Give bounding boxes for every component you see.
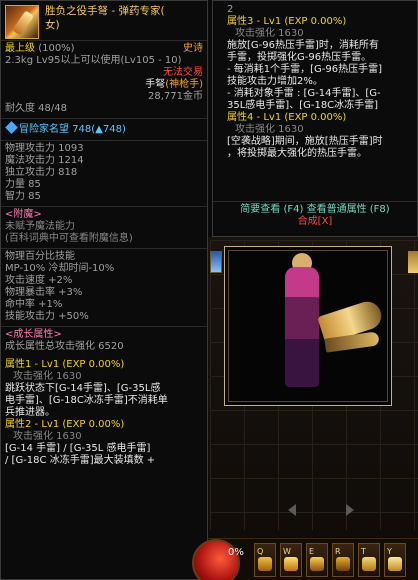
attr3-desc: 手雷，投掷强化G-96热压手雷。 — [227, 52, 372, 63]
effect-line: 命中率 +1% — [5, 299, 63, 310]
attr1-desc: 电手雷]、[G-18C冰冻手雷]不消耗单 — [5, 395, 168, 406]
effect-line: 物理暴击率 +3% — [5, 287, 83, 298]
weight: 2.3kg — [5, 55, 34, 66]
stat-line: 独立攻击力 818 — [5, 167, 78, 178]
page-arrows — [280, 504, 360, 518]
rarity-badge: 史诗 — [183, 43, 203, 54]
item-tooltip: 胜负之役手弩 - 弹药专家( 女) 最上级 (100%) 史诗 2.3kg Lv… — [0, 0, 208, 580]
inventory-slot-item-icon[interactable] — [210, 251, 222, 273]
enchant-line: 未赋予魔法能力 — [5, 221, 75, 232]
hotkey-slot[interactable]: E — [306, 543, 328, 577]
grade-pct: (100%) — [38, 43, 75, 54]
attr4-title: 属性4 - Lv1 (EXP 0.00%) — [227, 112, 347, 123]
fame-label: 冒险家名望 — [19, 124, 69, 135]
durability: 耐久度 48/48 — [5, 103, 67, 114]
level-requirement: Lv95以上可以使用(Lv105 - 10) — [36, 55, 182, 66]
item-basic-info: 最上级 (100%) 史诗 2.3kg Lv95以上可以使用(Lv105 - 1… — [1, 41, 207, 119]
attr3-desc: 施放[G-96热压手雷]时，消耗所有 — [227, 40, 379, 51]
attr4-desc: [空袭战略]期间，施放[热压手雷]时 — [227, 136, 383, 147]
stat-line: 力量 85 — [5, 179, 41, 190]
next-page-icon[interactable] — [346, 504, 354, 516]
enchant-section: <附魔> 未赋予魔法能力 (百科词典中可查看附魔信息) — [1, 207, 207, 249]
stat-line: 智力 85 — [5, 191, 41, 202]
effect-line: 物理百分比技能 — [5, 251, 75, 262]
skill-icon — [310, 557, 324, 571]
weapon-type: 手弩 — [145, 79, 166, 90]
hp-orb-icon — [192, 539, 240, 580]
stat-line: 魔法攻击力 1214 — [5, 155, 84, 166]
attr2-desc: [G-14 手雷] / [G-35L 感电手雷] — [5, 443, 151, 454]
fame-gem-icon — [5, 121, 18, 134]
item-name-line2: 女) — [45, 19, 60, 31]
item-name-line1: 胜负之役手弩 - 弹药专家( — [45, 5, 165, 17]
skill-icon — [388, 557, 402, 571]
attr3-desc: - 每消耗1个手雷，[G-96热压手雷] — [227, 64, 383, 75]
grade-label: 最上级 — [5, 43, 35, 54]
adventurer-fame: 冒险家名望 748(▲748) — [1, 119, 207, 141]
trade-status: 无法交易 — [163, 67, 203, 78]
attr1-sub: 攻击强化 1630 — [13, 371, 82, 382]
effect-line: MP-10% 冷却时间-10% — [5, 263, 115, 274]
skill-icon — [258, 557, 272, 571]
stat-line: 物理攻击力 1093 — [5, 143, 84, 154]
inventory-slot-item-icon[interactable] — [408, 251, 418, 273]
continued-number: 2 — [227, 4, 234, 15]
hotkey-slot[interactable]: Q — [254, 543, 276, 577]
attr3-desc: 技能攻击力增加2%。 — [227, 76, 323, 87]
attr3-desc: 35L感电手雷]、[G-18C冰冻手雷] — [227, 100, 379, 111]
growth-section: <成长属性> 成长属性总攻击强化 6520 属性1 - Lv1 (EXP 0.0… — [1, 327, 207, 470]
hotkey-slot[interactable]: Y — [384, 543, 406, 577]
weapon-owner-class: (神枪手) — [165, 79, 203, 90]
skill-icon — [284, 557, 298, 571]
skill-icon — [336, 557, 350, 571]
attr2-sub: 攻击强化 1630 — [13, 431, 82, 442]
attr1-desc: 兵推进器。 — [5, 407, 55, 418]
combine-link[interactable]: 合成[X] — [298, 216, 333, 227]
attr1-title: 属性1 - Lv1 (EXP 0.00%) — [5, 359, 125, 370]
skill-icon — [362, 557, 376, 571]
effect-line: 技能攻击力 +50% — [5, 311, 89, 322]
attr2-desc: / [G-18C 冰冻手雷]最大装填数 + — [5, 455, 156, 466]
growth-title: <成长属性> — [5, 329, 62, 340]
attr4-desc: ，将投掷最大强化的热压手雷。 — [227, 148, 367, 159]
growth-total: 成长属性总攻击强化 6520 — [5, 341, 124, 352]
character-body — [285, 267, 319, 387]
orb-percent: 0% — [228, 547, 244, 558]
prev-page-icon[interactable] — [288, 504, 296, 516]
hotkey-slot[interactable]: W — [280, 543, 302, 577]
item-header: 胜负之役手弩 - 弹药专家( 女) — [1, 1, 207, 41]
hotkey-slot[interactable]: T — [358, 543, 380, 577]
tooltip-actions: 简要查看 (F4) 查看普通属性 (F8) 合成[X] — [213, 201, 417, 228]
attr3-sub: 攻击强化 1630 — [235, 28, 304, 39]
effects-section: 物理百分比技能 MP-10% 冷却时间-10% 攻击速度 +2% 物理暴击率 +… — [1, 249, 207, 327]
brief-view-link[interactable]: 简要查看 (F4) — [240, 204, 303, 215]
attr4-sub: 攻击强化 1630 — [235, 124, 304, 135]
item-tooltip-continued: 2 属性3 - Lv1 (EXP 0.00%) 攻击强化 1630 施放[G-9… — [212, 0, 418, 237]
skill-hotbar: 0% Q W E R T Y — [192, 538, 418, 580]
attr3-title: 属性3 - Lv1 (EXP 0.00%) — [227, 16, 347, 27]
attr2-title: 属性2 - Lv1 (EXP 0.00%) — [5, 419, 125, 430]
enchant-line: (百科词典中可查看附魔信息) — [5, 233, 133, 244]
crossbow-icon — [5, 5, 39, 39]
attr1-desc: 跳跃状态下[G-14手雷]、[G-35L感 — [5, 383, 161, 394]
normal-attr-link[interactable]: 查看普通属性 (F8) — [307, 204, 390, 215]
base-stats: 物理攻击力 1093 魔法攻击力 1214 独立攻击力 818 力量 85 智力… — [1, 141, 207, 207]
enchant-title: <附魔> — [5, 209, 42, 220]
avatar-preview — [224, 246, 392, 406]
effect-line: 攻击速度 +2% — [5, 275, 73, 286]
fame-value: 748(▲748) — [72, 124, 126, 135]
attr3-desc: - 消耗对象手雷 : [G-14手雷]、[G- — [227, 88, 381, 99]
price: 28,771金币 — [148, 91, 203, 102]
hotkey-slot[interactable]: R — [332, 543, 354, 577]
